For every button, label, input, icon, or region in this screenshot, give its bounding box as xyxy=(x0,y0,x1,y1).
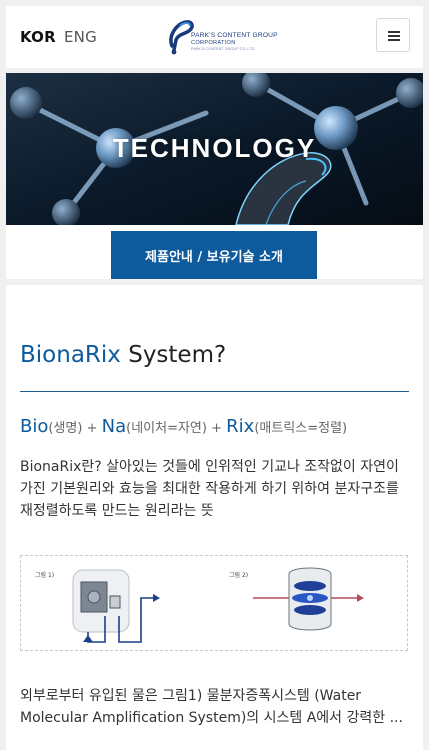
formula-rix: Rix xyxy=(226,416,255,437)
figures-panel: 그림 1) 그림 2) xyxy=(20,555,408,651)
formula-na: Na xyxy=(101,416,127,437)
description-text: BionaRix란? 살아있는 것들에 인위적인 기교나 조작없이 자연이 가진… xyxy=(20,459,399,519)
formula-bio: Bio xyxy=(20,416,49,437)
divider xyxy=(6,279,423,285)
hero-title: TECHNOLOGY xyxy=(112,133,317,163)
name-formula: Bio(생명) + Na(네이처=자연) + Rix(매트릭스=정렬) xyxy=(20,416,347,437)
section-title-accent: BionaRix xyxy=(20,342,121,368)
lang-kor-link[interactable]: KOR xyxy=(20,28,56,46)
formula-bio-desc: (생명) xyxy=(48,421,83,436)
menu-button[interactable] xyxy=(376,18,410,52)
section-title-rest: System? xyxy=(120,342,227,368)
formula-rix-desc: (매트릭스=정렬) xyxy=(254,421,348,436)
logo-text-line3: PARK'S CONTENT GROUP CO.,LTD xyxy=(191,47,255,51)
category-tabbar: 제품안내 / 보유기술 소개 xyxy=(6,225,423,279)
logo-text-line1: PARK'S CONTENT GROUP xyxy=(191,32,278,39)
body-paragraph: 외부로부터 유입된 물은 그림1) 물분자증폭시스템 (Water Molecu… xyxy=(20,688,403,726)
formula-plus: + xyxy=(206,421,227,436)
company-logo[interactable]: PARK'S CONTENT GROUP CORPORATION PARK'S … xyxy=(166,16,278,58)
section-title: BionaRix System? xyxy=(20,342,226,368)
lang-eng-link[interactable]: ENG xyxy=(64,28,97,46)
title-underline xyxy=(20,391,409,392)
site-header: KOR ENG PARK'S CONTENT GROUP CORPORATION… xyxy=(6,6,423,68)
system-diagram-image xyxy=(72,567,364,643)
tab-products-technology[interactable]: 제품안내 / 보유기술 소개 xyxy=(111,231,317,279)
page: KOR ENG PARK'S CONTENT GROUP CORPORATION… xyxy=(6,6,423,750)
hero-banner: TECHNOLOGY xyxy=(6,73,423,225)
logo-text-line2: CORPORATION xyxy=(191,40,236,46)
formula-na-desc: (네이처=자연) xyxy=(126,421,207,436)
hamburger-icon xyxy=(388,31,400,33)
formula-plus: + xyxy=(82,421,102,436)
